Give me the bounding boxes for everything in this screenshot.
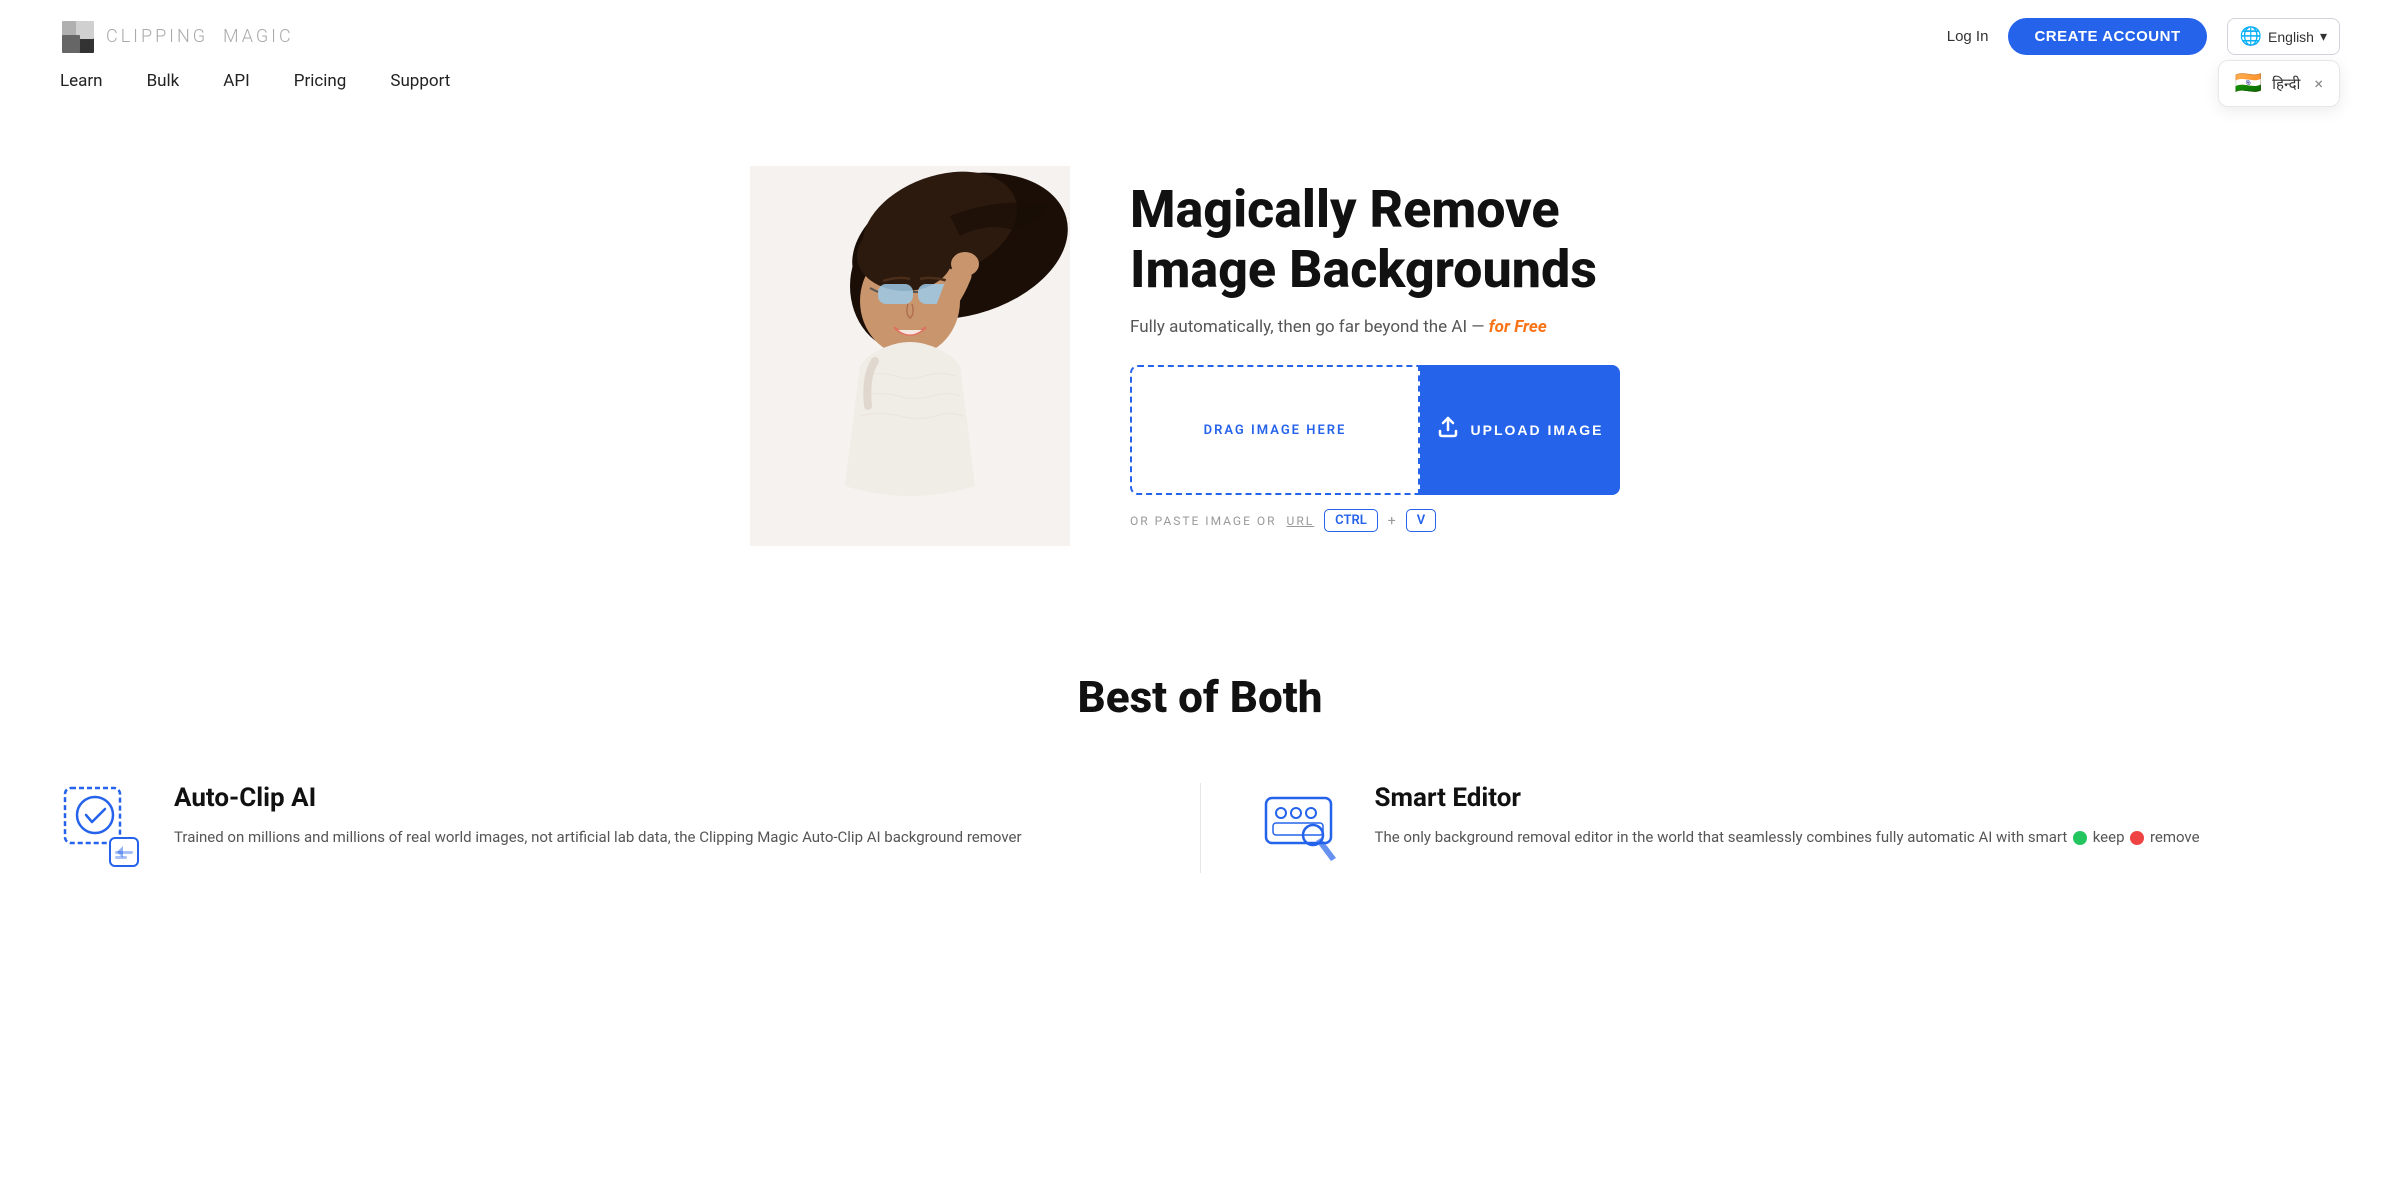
keep-dot-icon (2073, 831, 2087, 845)
logo[interactable]: CLIPPING MAGIC (60, 19, 294, 55)
globe-icon: 🌐 (2240, 26, 2262, 47)
best-of-both-section: Best of Both (0, 611, 2400, 783)
paste-row: OR PASTE IMAGE OR URL CTRL + V (1130, 509, 1650, 532)
upload-icon (1437, 416, 1459, 444)
hero-image (750, 166, 1070, 546)
remove-dot-icon (2130, 831, 2144, 845)
chevron-down-icon: ▾ (2320, 28, 2327, 45)
upload-button-label: UPLOAD IMAGE (1471, 422, 1604, 438)
autoclip-title: Auto-Clip AI (174, 783, 1022, 813)
features-section: Auto-Clip AI Trained on millions and mil… (0, 783, 2400, 913)
plus-sign: + (1388, 513, 1396, 529)
close-language-icon[interactable]: × (2314, 74, 2323, 93)
nav-item-support[interactable]: Support (390, 71, 450, 91)
drag-image-zone[interactable]: DRAG IMAGE HERE (1130, 365, 1420, 495)
header-right: Log In CREATE ACCOUNT 🌐 English ▾ (1947, 18, 2340, 55)
smart-editor-content: Smart Editor The only background removal… (1375, 783, 2200, 849)
header: CLIPPING MAGIC Log In CREATE ACCOUNT 🌐 E… (0, 0, 2400, 55)
smart-editor-icon (1261, 783, 1351, 873)
create-account-button[interactable]: CREATE ACCOUNT (2008, 18, 2206, 55)
hindi-language-label: हिन्दी (2272, 74, 2300, 94)
upload-area: DRAG IMAGE HERE UPLOAD IMAGE (1130, 365, 1620, 495)
autoclip-icon (60, 783, 150, 873)
main-nav: Learn Bulk API Pricing Support (0, 55, 2400, 91)
login-button[interactable]: Log In (1947, 28, 1989, 45)
hero-section: Magically Remove Image Backgrounds Fully… (0, 91, 2400, 611)
hero-woman-illustration (750, 166, 1070, 546)
ctrl-key-badge: CTRL (1324, 509, 1378, 532)
hero-title: Magically Remove Image Backgrounds (1130, 180, 1650, 300)
hero-subtitle: Fully automatically, then go far beyond … (1130, 317, 1650, 337)
upload-image-button[interactable]: UPLOAD IMAGE (1420, 365, 1620, 495)
autoclip-content: Auto-Clip AI Trained on millions and mil… (174, 783, 1022, 849)
language-label: English (2268, 29, 2314, 45)
nav-item-bulk[interactable]: Bulk (147, 71, 180, 91)
paste-label: OR PASTE IMAGE OR (1130, 514, 1277, 528)
smart-editor-description: The only background removal editor in th… (1375, 825, 2200, 849)
logo-icon (60, 19, 96, 55)
best-of-both-title: Best of Both (60, 671, 2340, 723)
drag-image-label: DRAG IMAGE HERE (1204, 423, 1347, 438)
v-key-badge: V (1406, 509, 1436, 532)
feature-smart-editor: Smart Editor The only background removal… (1261, 783, 2341, 873)
smart-editor-icon-wrap (1261, 783, 1351, 873)
for-free-text: for Free (1489, 317, 1547, 337)
feature-divider (1200, 783, 1201, 873)
paste-url-link[interactable]: URL (1287, 514, 1315, 528)
nav-item-api[interactable]: API (223, 71, 249, 91)
logo-text: CLIPPING MAGIC (106, 26, 294, 47)
feature-autoclip: Auto-Clip AI Trained on millions and mil… (60, 783, 1140, 873)
smart-editor-title: Smart Editor (1375, 783, 2200, 813)
nav-item-pricing[interactable]: Pricing (294, 71, 347, 91)
nav-item-learn[interactable]: Learn (60, 71, 103, 91)
autoclip-icon-wrap (60, 783, 150, 873)
india-flag-icon: 🇮🇳 (2235, 71, 2262, 96)
autoclip-description: Trained on millions and millions of real… (174, 825, 1022, 849)
hero-content: Magically Remove Image Backgrounds Fully… (1130, 180, 1650, 533)
language-button[interactable]: 🌐 English ▾ (2227, 18, 2340, 55)
language-dropdown: 🇮🇳 हिन्दी × (2218, 60, 2340, 107)
